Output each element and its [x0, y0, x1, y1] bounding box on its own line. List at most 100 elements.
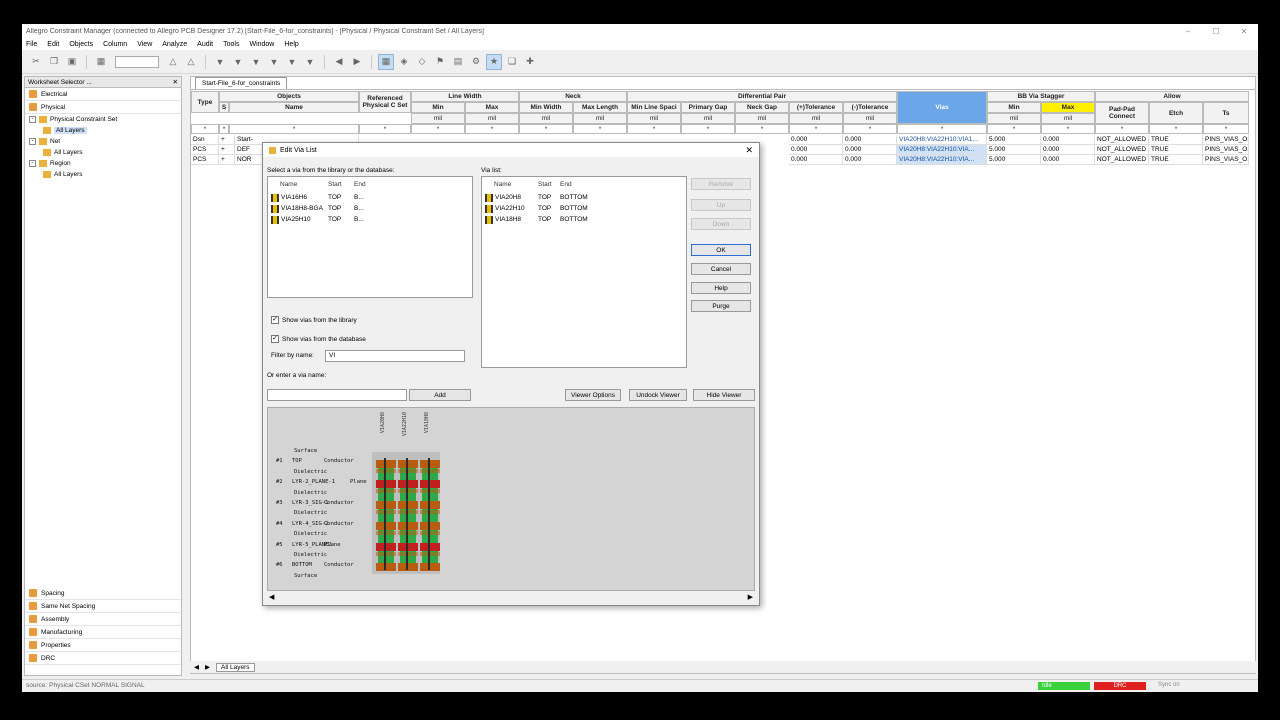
funnel3-icon[interactable]: ▼ — [248, 54, 264, 70]
filter-input[interactable]: VI — [325, 350, 465, 362]
filter-star[interactable]: * — [519, 124, 573, 134]
library-via-list[interactable]: Name Start End VIA16H6 TOP B... VIA18H8-BGA TOP… — [267, 176, 473, 298]
funnel4-icon[interactable]: ▼ — [266, 54, 282, 70]
units-icon[interactable]: ▦ — [93, 54, 109, 70]
help-button[interactable]: Help — [691, 282, 751, 294]
tree-node[interactable]: - Region — [29, 158, 181, 169]
row-bb-max[interactable]: 0.000 — [1041, 145, 1095, 155]
menu-tools[interactable]: Tools — [223, 41, 239, 48]
purge-button[interactable]: Purge — [691, 300, 751, 312]
close-icon[interactable]: ✕ — [1230, 27, 1258, 36]
filter-star[interactable]: * — [897, 124, 987, 134]
col-end-header[interactable]: End — [354, 181, 366, 188]
menu-help[interactable]: Help — [284, 41, 298, 48]
row-ts[interactable]: PINS_VIAS_O... — [1203, 155, 1249, 165]
scroll-left-icon[interactable]: ◀ — [269, 593, 274, 601]
report-icon[interactable]: ▤ — [450, 54, 466, 70]
col-start-header[interactable]: Start — [328, 181, 342, 188]
bb-min-header[interactable]: Min — [987, 102, 1041, 113]
tree-node[interactable]: - Physical Constraint Set — [29, 114, 181, 125]
etch-header[interactable]: Etch — [1149, 102, 1203, 124]
funnel2-icon[interactable]: ▼ — [230, 54, 246, 70]
filter2-icon[interactable]: △ — [183, 54, 199, 70]
name-header[interactable]: Name — [229, 102, 359, 113]
expand-icon[interactable]: + — [219, 155, 235, 165]
filter-star[interactable]: * — [411, 124, 465, 134]
via-name[interactable]: VIA18H8-BGA — [281, 204, 323, 213]
forward-icon[interactable]: ▶ — [349, 54, 365, 70]
minimize-icon[interactable]: – — [1174, 27, 1202, 36]
category-same-net-spacing[interactable]: Same Net Spacing — [25, 600, 181, 613]
filter-star[interactable]: * — [987, 124, 1041, 134]
tree-node[interactable]: - Net — [29, 136, 181, 147]
window-icon[interactable]: ❏ — [504, 54, 520, 70]
category-assembly[interactable]: Assembly — [25, 613, 181, 626]
lw-max-header[interactable]: Max — [465, 102, 519, 113]
category-electrical[interactable]: Electrical — [25, 88, 181, 101]
row-pad-pad[interactable]: NOT_ALLOWED — [1095, 155, 1149, 165]
minus-tolerance-header[interactable]: (-)Tolerance — [843, 102, 897, 113]
filter-star[interactable]: * — [573, 124, 627, 134]
row-vias[interactable]: VIA20H8:VIA22H10:VIA... — [897, 155, 987, 165]
filter-star[interactable]: * — [1095, 124, 1149, 134]
bb-max-header[interactable]: Max — [1041, 102, 1095, 113]
up-button[interactable]: Up — [691, 199, 751, 211]
vias-header[interactable]: Vias — [897, 91, 987, 124]
close-icon[interactable]: ✕ — [173, 78, 181, 86]
filter-star[interactable]: * — [789, 124, 843, 134]
pin-icon[interactable]: ✚ — [522, 54, 538, 70]
filter-star[interactable]: * — [735, 124, 789, 134]
filter-star[interactable]: * — [219, 124, 229, 134]
col-start-header[interactable]: Start — [538, 181, 552, 188]
filter-star[interactable]: * — [359, 124, 411, 134]
filter-star[interactable]: * — [1149, 124, 1203, 134]
menu-edit[interactable]: Edit — [47, 41, 59, 48]
filter-combo[interactable] — [115, 55, 159, 68]
collapse-icon[interactable]: - — [29, 138, 36, 145]
col-name-header[interactable]: Name — [494, 181, 511, 188]
row-minus-tolerance[interactable]: 0.000 — [843, 155, 897, 165]
undock-viewer-button[interactable]: Undock Viewer — [629, 389, 687, 401]
filter-star[interactable]: * — [229, 124, 359, 134]
row-bb-min[interactable]: 5.000 — [987, 155, 1041, 165]
analyze-icon[interactable]: ◈ — [396, 54, 412, 70]
tree-node[interactable]: All Layers — [29, 147, 181, 158]
menu-view[interactable]: View — [137, 41, 152, 48]
primary-gap-header[interactable]: Primary Gap — [681, 102, 735, 113]
category-properties[interactable]: Properties — [25, 639, 181, 652]
filter-icon[interactable]: △ — [165, 54, 181, 70]
col-name-header[interactable]: Name — [280, 181, 297, 188]
cut-icon[interactable]: ✂ — [28, 54, 44, 70]
pad-pad-header[interactable]: Pad-Pad Connect — [1095, 102, 1149, 124]
filter-star[interactable]: * — [843, 124, 897, 134]
next-tab-icon[interactable]: ▶ — [205, 663, 210, 671]
category-manufacturing[interactable]: Manufacturing — [25, 626, 181, 639]
scroll-right-icon[interactable]: ▶ — [748, 593, 753, 601]
neck-min-width-header[interactable]: Min Width — [519, 102, 573, 113]
row-pad-pad[interactable]: NOT_ALLOWED — [1095, 145, 1149, 155]
filter-star[interactable]: * — [191, 124, 219, 134]
expand-icon[interactable]: + — [219, 145, 235, 155]
via-name[interactable]: VIA20H8 — [495, 193, 521, 202]
tree-node[interactable]: All Layers — [29, 125, 181, 136]
row-vias[interactable]: VIA20H8:VIA22H10:VIA... — [897, 145, 987, 155]
tab-all-layers[interactable]: All Layers — [216, 662, 255, 672]
row-bb-min[interactable]: 5.000 — [987, 135, 1041, 145]
menu-file[interactable]: File — [26, 41, 37, 48]
row-etch[interactable]: TRUE — [1149, 135, 1203, 145]
via-name[interactable]: VIA22H10 — [495, 204, 525, 213]
row-type[interactable]: Dsn — [191, 135, 219, 145]
via-name[interactable]: VIA18H8 — [495, 215, 521, 224]
ok-button[interactable]: OK — [691, 244, 751, 256]
row-plus-tolerance[interactable]: 0.000 — [789, 145, 843, 155]
category-spacing[interactable]: Spacing — [25, 587, 181, 600]
row-pad-pad[interactable]: NOT_ALLOWED — [1095, 135, 1149, 145]
row-plus-tolerance[interactable]: 0.000 — [789, 155, 843, 165]
row-ts[interactable]: PINS_VIAS_O... — [1203, 145, 1249, 155]
menu-audit[interactable]: Audit — [197, 41, 213, 48]
funnel-icon[interactable]: ▼ — [212, 54, 228, 70]
close-icon[interactable]: ✕ — [745, 145, 759, 156]
row-plus-tolerance[interactable]: 0.000 — [789, 135, 843, 145]
via-name[interactable]: VIA16H6 — [281, 193, 307, 202]
row-type[interactable]: PCS — [191, 155, 219, 165]
